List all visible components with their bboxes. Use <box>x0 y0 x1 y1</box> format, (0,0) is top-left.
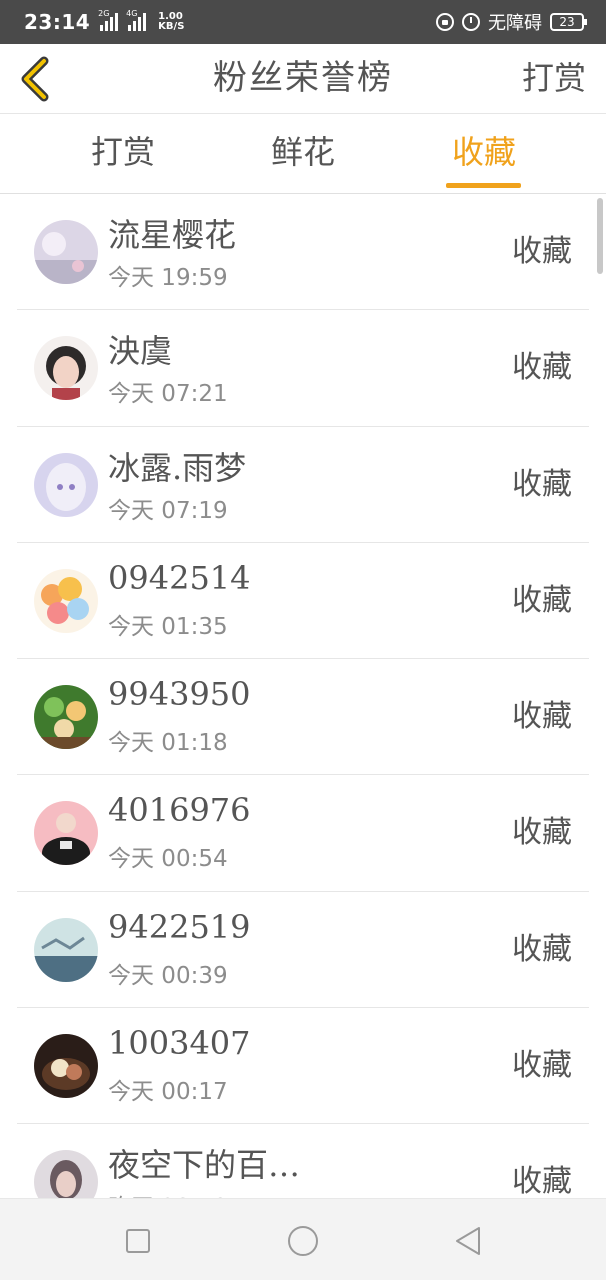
net-speed-unit: KB/S <box>158 21 185 32</box>
fan-action: 收藏 <box>512 234 572 269</box>
fan-name: 冰露.雨梦 <box>108 448 247 487</box>
fan-name: 泱虞 <box>108 332 173 371</box>
fan-name: 夜空下的百… <box>108 1146 301 1185</box>
tab-favorites[interactable]: 收藏 <box>424 114 544 194</box>
fan-time: 今天 00:54 <box>108 846 228 873</box>
reward-button[interactable]: 打赏 <box>522 44 586 112</box>
fan-name: 9422519 <box>108 907 251 946</box>
square-icon <box>126 1229 150 1253</box>
list-item[interactable]: 1003407 今天 00:17 收藏 <box>17 1008 589 1125</box>
avatar <box>34 1034 98 1099</box>
battery-level: 23 <box>559 15 575 29</box>
avatar <box>34 801 98 866</box>
fan-list[interactable]: 流星樱花 今天 19:59 收藏 泱虞 今天 07:21 收藏 冰露.雨梦 今天… <box>0 194 606 1198</box>
header: 粉丝荣誉榜 打赏 <box>0 44 606 114</box>
avatar <box>34 220 98 284</box>
signal-icon-2: 4G <box>126 9 147 31</box>
fan-name: 流星樱花 <box>108 216 237 254</box>
list-item[interactable]: 9422519 今天 00:39 收藏 <box>17 892 589 1009</box>
fan-action: 收藏 <box>512 931 572 967</box>
fan-name: 4016976 <box>108 791 251 830</box>
fan-time: 今天 00:39 <box>108 962 228 989</box>
fan-time: 今天 07:21 <box>108 381 228 408</box>
fan-name: 0942514 <box>108 558 251 597</box>
circle-icon <box>288 1226 318 1256</box>
system-nav-bar <box>0 1198 606 1280</box>
status-left: 23:14 2G 4G 1.00 KB/S <box>24 9 184 34</box>
fan-time: 昨天 23:40 <box>108 1188 228 1198</box>
fan-action: 收藏 <box>512 1048 572 1084</box>
recents-button[interactable] <box>118 1221 158 1261</box>
list-item[interactable]: 冰露.雨梦 今天 07:19 收藏 <box>17 427 589 543</box>
status-right: 无障碍 23 <box>436 9 587 35</box>
avatar <box>34 568 98 633</box>
fan-time: 今天 01:18 <box>108 730 228 757</box>
net-speed: 1.00 KB/S <box>158 12 184 32</box>
scrollbar[interactable] <box>597 198 603 274</box>
signal-label: 2G <box>98 9 110 18</box>
back-nav-button[interactable] <box>448 1221 488 1261</box>
fan-action: 收藏 <box>512 350 572 386</box>
triangle-back-icon <box>456 1227 480 1255</box>
rotation-lock-icon <box>436 13 454 31</box>
fan-action: 收藏 <box>512 466 572 502</box>
avatar <box>34 452 98 517</box>
list-item[interactable]: 4016976 今天 00:54 收藏 <box>17 775 589 892</box>
status-time: 23:14 <box>24 10 91 34</box>
avatar <box>34 917 98 982</box>
fan-name: 9943950 <box>108 675 251 714</box>
page-title: 粉丝荣誉榜 <box>213 58 393 98</box>
alarm-clock-icon <box>462 13 480 31</box>
list-item[interactable]: 流星樱花 今天 19:59 收藏 <box>17 194 589 311</box>
avatar <box>34 336 98 401</box>
signal-icon: 2G <box>98 9 119 31</box>
battery-icon: 23 <box>550 13 587 31</box>
avatar <box>34 1150 98 1198</box>
fan-action: 收藏 <box>512 1164 572 1198</box>
list-item[interactable]: 泱虞 今天 07:21 收藏 <box>17 310 589 427</box>
list-item[interactable]: 夜空下的百… 昨天 23:40 收藏 <box>17 1124 589 1198</box>
avatar <box>34 685 98 750</box>
status-bar: 23:14 2G 4G 1.00 KB/S 无障碍 23 <box>0 0 606 44</box>
signal-label-2: 4G <box>126 9 138 18</box>
tab-reward[interactable]: 打赏 <box>63 114 183 194</box>
list-item[interactable]: 0942514 今天 01:35 收藏 <box>17 543 589 660</box>
fan-time: 今天 01:35 <box>108 613 228 640</box>
fan-action: 收藏 <box>512 815 572 851</box>
active-tab-indicator <box>446 183 521 188</box>
list-item[interactable]: 9943950 今天 01:18 收藏 <box>17 659 589 776</box>
fan-action: 收藏 <box>512 699 572 735</box>
fan-time: 今天 07:19 <box>108 497 228 524</box>
fan-time: 今天 00:17 <box>108 1079 228 1106</box>
fan-time: 今天 19:59 <box>108 265 228 291</box>
fan-action: 收藏 <box>512 582 572 618</box>
tab-flowers[interactable]: 鲜花 <box>243 114 363 194</box>
accessibility-text: 无障碍 <box>488 13 542 34</box>
fan-name: 1003407 <box>108 1024 251 1063</box>
home-button[interactable] <box>283 1221 323 1261</box>
tab-bar: 打赏 鲜花 收藏 <box>0 114 606 194</box>
